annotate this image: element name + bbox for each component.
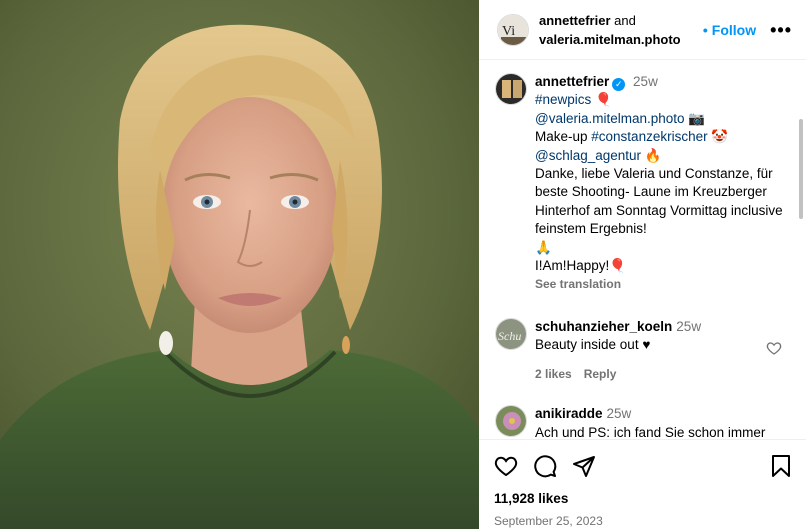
comment-item: anikiradde 25w Ach und PS: ich fand Sie s… (495, 405, 788, 438)
pray-emoji: 🙏 (535, 239, 552, 255)
follow-dot: • (702, 21, 708, 38)
post-date[interactable]: September 25, 2023 (494, 514, 792, 528)
comment-username[interactable]: schuhanzieher_koeln (535, 319, 672, 334)
caption-closing: I!Am!Happy! (535, 258, 610, 274)
reply-button[interactable]: Reply (584, 367, 617, 381)
scrollbar[interactable] (798, 64, 804, 434)
comment-text: Ach und PS: ich fand Sie schon immer (535, 424, 766, 439)
share-icon[interactable] (572, 454, 596, 478)
camera-emoji: 📷 (688, 110, 706, 126)
more-options-icon[interactable]: ••• (770, 21, 792, 39)
comment-username[interactable]: anikiradde (535, 406, 603, 421)
caption-username[interactable]: annettefrier (535, 74, 609, 89)
author-username[interactable]: annettefrier (539, 13, 611, 28)
post-actions: 11,928 likes September 25, 2023 (479, 439, 806, 529)
comment-likes[interactable]: 2 likes (535, 367, 572, 381)
comment-icon[interactable] (533, 454, 557, 478)
comment-like-heart-icon[interactable] (766, 340, 782, 361)
svg-text:Schu: Schu (498, 329, 521, 343)
commenter-avatar[interactable]: Schu (495, 317, 527, 350)
follow-button[interactable]: • Follow (703, 22, 756, 38)
clown-emoji: 🤡 (711, 129, 729, 145)
balloon-emoji-2: 🎈 (609, 258, 627, 274)
see-translation-link[interactable]: See translation (535, 275, 788, 293)
mention-photographer[interactable]: @valeria.mitelman.photo (535, 111, 685, 126)
post-authors: annettefrier and valeria.mitelman.photo (539, 11, 703, 49)
comment-time[interactable]: 25w (607, 406, 632, 421)
comment-item: Schu schuhanzieher_koeln 25w Beauty insid… (495, 317, 788, 383)
mention-agency[interactable]: @schlag_agentur (535, 148, 641, 163)
caption: annettefrier ✓ 25w #newpics 🎈 @valeria.mi… (495, 73, 788, 294)
post-side-panel: Vi annettefrier and valeria.mitelman.pho… (479, 0, 806, 529)
comment-time[interactable]: 25w (676, 319, 701, 334)
and-text: and (614, 12, 636, 28)
svg-text:Vi: Vi (502, 24, 515, 39)
hashtag-newpics[interactable]: #newpics (535, 92, 591, 107)
bookmark-icon[interactable] (770, 454, 792, 478)
likes-count[interactable]: 11,928 likes (494, 491, 792, 506)
comment-text: Beauty inside out ♥ (535, 337, 651, 353)
heart-icon[interactable] (494, 454, 518, 478)
caption-avatar[interactable] (495, 73, 527, 105)
author-avatar[interactable]: Vi (497, 13, 529, 46)
scrollbar-thumb[interactable] (799, 119, 803, 219)
verified-icon: ✓ (612, 78, 626, 91)
hashtag-makeup[interactable]: #constanzekrischer (591, 129, 707, 144)
caption-text: Danke, liebe Valeria und Constanze, für … (535, 166, 783, 237)
balloon-emoji: 🎈 (595, 92, 612, 108)
commenter-avatar[interactable] (495, 405, 527, 438)
fire-emoji: 🔥 (644, 147, 662, 163)
post-header: Vi annettefrier and valeria.mitelman.pho… (479, 0, 806, 60)
caption-time[interactable]: 25w (633, 74, 658, 89)
portrait-image (0, 0, 479, 529)
follow-label: Follow (711, 21, 757, 38)
post-photo[interactable] (0, 0, 479, 529)
coauthor-username[interactable]: valeria.mitelman.photo (539, 30, 703, 49)
comments-scroll-area[interactable]: annettefrier ✓ 25w #newpics 🎈 @valeria.mi… (479, 61, 806, 438)
makeup-prefix: Make-up (535, 129, 592, 145)
